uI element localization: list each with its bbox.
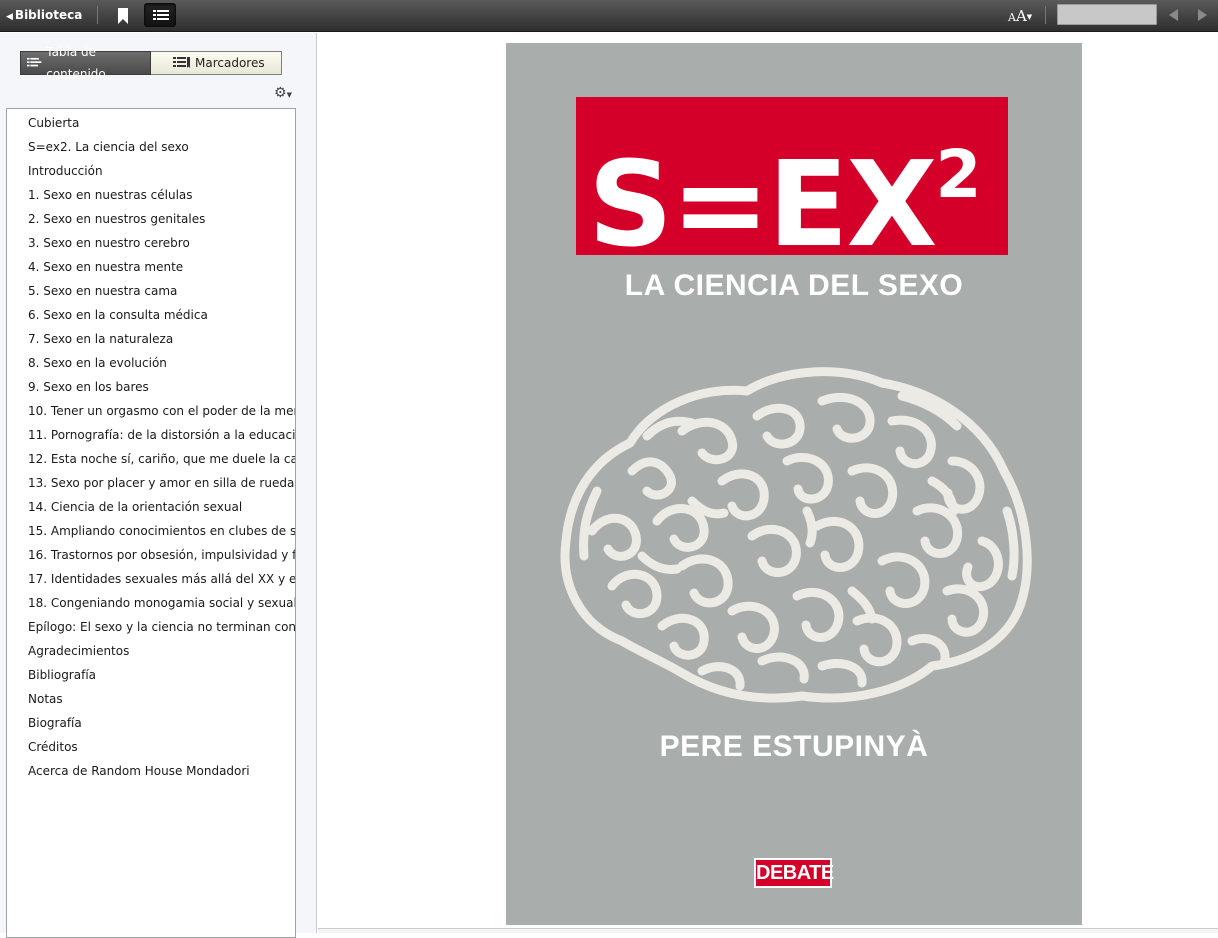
cover-title-block: S=EX2: [576, 97, 1008, 273]
font-size-button[interactable]: AA▼: [1008, 5, 1032, 27]
toc-item[interactable]: Agradecimientos: [7, 639, 295, 663]
toc-item[interactable]: 15. Ampliando conocimientos en clubes de…: [7, 519, 295, 543]
toc-item[interactable]: 9. Sexo en los bares: [7, 375, 295, 399]
toc-item[interactable]: 13. Sexo por placer y amor en silla de r…: [7, 471, 295, 495]
triangle-left-icon: [1169, 9, 1178, 21]
toc-item[interactable]: Acerca de Random House Mondadori: [7, 759, 295, 783]
toc-item[interactable]: 7. Sexo en la naturaleza: [7, 327, 295, 351]
sidebar-tab-switcher: Tabla de contenido Marcadores: [20, 45, 282, 81]
search-input[interactable]: [1057, 4, 1157, 25]
tab-label: Marcadores: [195, 56, 265, 70]
cover-title-main: S=EX: [588, 135, 937, 273]
font-size-small-letter: A: [1008, 11, 1016, 24]
toolbar-divider: [1045, 6, 1046, 24]
toc-item[interactable]: Cubierta: [7, 111, 295, 135]
sidebar: Tabla de contenido Marcadores ⚙▼ Cubiert…: [0, 33, 317, 938]
tab-bookmarks[interactable]: Marcadores: [151, 51, 282, 75]
toc-item[interactable]: Créditos: [7, 735, 295, 759]
toc-item[interactable]: 8. Sexo en la evolución: [7, 351, 295, 375]
chevron-down-icon: ▼: [1026, 13, 1033, 21]
toc-item[interactable]: Notas: [7, 687, 295, 711]
font-size-large-letter: A: [1015, 7, 1027, 25]
triangle-right-icon: [1198, 9, 1207, 21]
table-of-contents-toggle-button[interactable]: [144, 3, 176, 27]
bookmarks-list-icon: [173, 57, 190, 68]
cover-title-superscript: 2: [935, 136, 982, 213]
toc-options-button[interactable]: ⚙▼: [274, 85, 294, 101]
toc-item[interactable]: 14. Ciencia de la orientación sexual: [7, 495, 295, 519]
back-arrow-icon: ◀: [6, 12, 13, 22]
chevron-down-icon: ▼: [286, 91, 292, 99]
toc-item[interactable]: 4. Sexo en nuestra mente: [7, 255, 295, 279]
toolbar-divider: [97, 6, 98, 24]
back-label: Biblioteca: [14, 8, 83, 22]
toc-item[interactable]: 1. Sexo en nuestras células: [7, 183, 295, 207]
tab-label: Tabla de contenido: [46, 45, 106, 81]
cover-title: S=EX2: [588, 105, 981, 274]
toc-item[interactable]: 12. Esta noche sí, cariño, que me duele …: [7, 447, 295, 471]
toc-item[interactable]: Epílogo: El sexo y la ciencia no termina…: [7, 615, 295, 639]
toc-item[interactable]: 17. Identidades sexuales más allá del XX…: [7, 567, 295, 591]
toc-item[interactable]: 10. Tener un orgasmo con el poder de la …: [7, 399, 295, 423]
back-to-library-button[interactable]: ◀ Biblioteca: [6, 0, 82, 32]
toc-item[interactable]: Introducción: [7, 159, 295, 183]
cover-subtitle: LA CIENCIA DEL SEXO: [624, 269, 964, 302]
bookmark-icon: [118, 8, 128, 24]
toc-item[interactable]: 2. Sexo en nuestros genitales: [7, 207, 295, 231]
reading-pane-footer: [318, 928, 1218, 933]
toc-list: Cubierta S=ex2. La ciencia del sexo Introd…: [7, 109, 295, 783]
toc-item[interactable]: 6. Sexo en la consulta médica: [7, 303, 295, 327]
cover-publisher-logo: DEBATE: [754, 858, 834, 888]
bookmark-button[interactable]: [112, 6, 134, 26]
toc-item[interactable]: 16. Trastornos por obsesión, impulsivida…: [7, 543, 295, 567]
tab-table-of-contents[interactable]: Tabla de contenido: [20, 45, 151, 81]
list-icon: [153, 10, 169, 20]
toc-item[interactable]: Bibliografía: [7, 663, 295, 687]
toc-item[interactable]: Biografía: [7, 711, 295, 735]
brain-illustration: [560, 367, 1032, 703]
previous-page-button[interactable]: [1166, 7, 1180, 23]
toc-item[interactable]: 18. Congeniando monogamia social y sexua…: [7, 591, 295, 615]
gear-icon: ⚙: [274, 85, 287, 101]
toc-item[interactable]: 5. Sexo en nuestra cama: [7, 279, 295, 303]
cover-author: PERE ESTUPINYÀ: [659, 730, 929, 763]
toc-item[interactable]: 11. Pornografía: de la distorsión a la e…: [7, 423, 295, 447]
toc-list-icon: [27, 57, 42, 67]
book-cover-page: S=EX2 LA CIENCIA DEL SEXO PERE ESTUPINYÀ…: [506, 43, 1082, 925]
toc-item[interactable]: S=ex2. La ciencia del sexo: [7, 135, 295, 159]
table-of-contents-panel: Cubierta S=ex2. La ciencia del sexo Introd…: [6, 108, 296, 938]
reader-toolbar: ◀ Biblioteca AA▼: [0, 0, 1218, 32]
next-page-button[interactable]: [1196, 7, 1210, 23]
toc-item[interactable]: 3. Sexo en nuestro cerebro: [7, 231, 295, 255]
